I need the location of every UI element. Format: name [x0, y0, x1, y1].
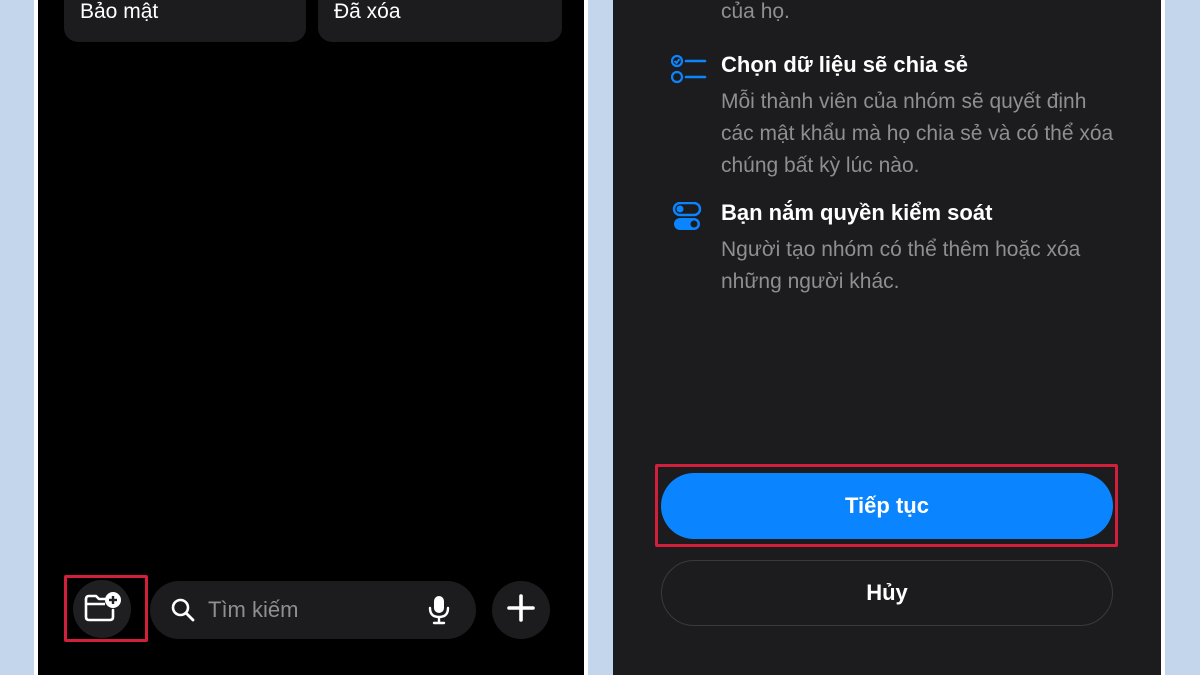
folder-plus-icon — [83, 591, 121, 628]
new-shared-group-button[interactable] — [73, 580, 131, 638]
continue-button[interactable]: Tiếp tục — [661, 473, 1113, 539]
category-card-deleted[interactable]: Đã xóa — [318, 0, 562, 42]
search-placeholder: Tìm kiếm — [208, 597, 299, 622]
passwords-app-screen: Bảo mật Đã xóa Tìm kiếm — [38, 0, 584, 675]
add-password-button[interactable] — [492, 581, 550, 639]
microphone-icon[interactable] — [428, 595, 450, 630]
search-field[interactable]: Tìm kiếm — [150, 581, 476, 639]
category-card-label: Đã xóa — [334, 0, 401, 23]
feature-title: Chọn dữ liệu sẽ chia sẻ — [721, 52, 968, 77]
frame-divider — [584, 0, 588, 675]
plus-icon — [507, 593, 535, 627]
previous-description-tail: của họ. — [721, 0, 790, 23]
cancel-button[interactable]: Hủy — [661, 560, 1113, 626]
category-card-label: Bảo mật — [80, 0, 159, 23]
category-card-security[interactable]: Bảo mật — [64, 0, 306, 42]
search-icon — [170, 597, 196, 628]
toggle-switches-icon — [671, 201, 703, 237]
feature-description: Người tạo nhóm có thể thêm hoặc xóa nhữn… — [721, 238, 1081, 293]
frame-divider — [1161, 0, 1165, 675]
shared-group-intro-sheet: của họ. Chọn dữ liệu sẽ chia sẻ Mỗi thàn… — [613, 0, 1161, 675]
checklist-icon — [670, 54, 707, 89]
feature-description: Mỗi thành viên của nhóm sẽ quyết định cá… — [721, 90, 1114, 177]
feature-title: Bạn nắm quyền kiểm soát — [721, 200, 993, 225]
